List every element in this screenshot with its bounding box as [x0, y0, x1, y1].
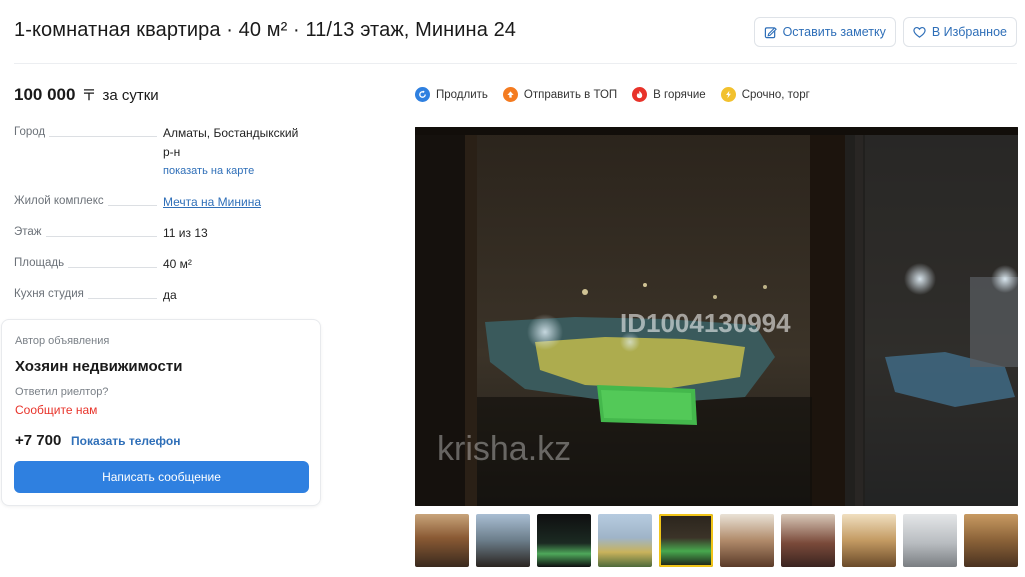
leader-line — [88, 298, 157, 299]
param-area: Площадь 40 м² — [14, 255, 304, 286]
thumbnail[interactable] — [659, 514, 713, 567]
thumbnail[interactable] — [781, 514, 835, 567]
promo-urgent-label: Срочно, торг — [741, 88, 810, 101]
listing-params: Город Алматы, Бостандыкский р-н показать… — [14, 124, 304, 317]
show-on-map-link[interactable]: показать на карте — [163, 162, 298, 181]
report-link[interactable]: Сообщите нам — [15, 403, 97, 417]
thumbnail[interactable] — [842, 514, 896, 567]
promo-extend-label: Продлить — [436, 88, 488, 101]
param-kitchen-label: Кухня студия — [14, 286, 163, 317]
author-name: Хозяин недвижимости — [15, 358, 183, 375]
promo-top[interactable]: Отправить в ТОП — [502, 87, 618, 102]
edit-note-icon — [764, 26, 777, 38]
leader-line — [49, 136, 157, 137]
thumbnail[interactable] — [598, 514, 652, 567]
author-card: Автор объявления Хозяин недвижимости Отв… — [1, 319, 321, 506]
promo-top-label: Отправить в ТОП — [523, 88, 618, 101]
arrow-up-icon — [502, 87, 518, 102]
param-complex: Жилой комплекс Мечта на Минина — [14, 193, 304, 224]
add-note-button[interactable]: Оставить заметку — [753, 17, 896, 47]
param-complex-label: Жилой комплекс — [14, 193, 163, 224]
city-value-line2: р-н — [163, 145, 181, 159]
author-caption: Автор объявления — [15, 335, 110, 347]
header-divider — [14, 63, 1017, 64]
param-kitchen-value: да — [163, 288, 177, 302]
favorite-label: В Избранное — [931, 25, 1007, 39]
thumbnail[interactable] — [720, 514, 774, 567]
promo-bar: Продлить Отправить в ТОП В горячие Срочн… — [415, 87, 810, 102]
photo-watermark-id: ID1004130994 — [620, 308, 791, 338]
param-city-label: Город — [14, 124, 163, 193]
leader-line — [68, 267, 157, 268]
leader-line — [46, 236, 157, 237]
price-amount: 100 000 — [14, 85, 76, 104]
price: 100 000 〒 за сутки — [14, 84, 159, 105]
promo-hot-label: В горячие — [653, 88, 706, 101]
show-phone-link[interactable]: Показать телефон — [71, 434, 180, 448]
param-city: Город Алматы, Бостандыкский р-н показать… — [14, 124, 304, 193]
heart-icon — [913, 26, 926, 38]
thumbnail[interactable] — [964, 514, 1018, 567]
thumbnail[interactable] — [415, 514, 469, 567]
param-floor-value: 11 из 13 — [163, 226, 208, 240]
thumbnail[interactable] — [903, 514, 957, 567]
price-period: за сутки — [102, 87, 159, 104]
param-floor: Этаж 11 из 13 — [14, 224, 304, 255]
leader-line — [108, 205, 157, 206]
param-area-value: 40 м² — [163, 257, 192, 271]
lightning-icon — [720, 87, 736, 102]
param-floor-label: Этаж — [14, 224, 163, 255]
currency-sign: 〒 — [81, 87, 97, 104]
top-actions: Оставить заметку В Избранное — [753, 17, 1017, 47]
param-kitchen: Кухня студия да — [14, 286, 304, 317]
residential-complex-link[interactable]: Мечта на Минина — [163, 193, 261, 224]
city-value-line1: Алматы, Бостандыкский — [163, 126, 299, 140]
listing-title: 1-комнатная квартира · 40 м² · 11/13 эта… — [14, 19, 517, 41]
photo-thumbnails — [415, 514, 1018, 567]
favorite-button[interactable]: В Избранное — [902, 17, 1017, 47]
phone-number: +7 700 — [15, 432, 62, 449]
promo-hot[interactable]: В горячие — [632, 87, 706, 102]
refresh-icon — [415, 87, 430, 102]
promo-urgent[interactable]: Срочно, торг — [720, 87, 810, 102]
realtor-question: Ответил риелтор? — [15, 386, 109, 398]
thumbnail[interactable] — [537, 514, 591, 567]
fire-icon — [632, 87, 648, 102]
photo-watermark-site: krisha.kz — [437, 430, 571, 468]
main-photo[interactable]: ID1004130994 krisha.kz — [415, 127, 1018, 506]
param-area-label: Площадь — [14, 255, 163, 286]
thumbnail[interactable] — [476, 514, 530, 567]
promo-extend[interactable]: Продлить — [415, 87, 488, 102]
add-note-label: Оставить заметку — [782, 25, 886, 39]
send-message-button[interactable]: Написать сообщение — [14, 461, 309, 493]
param-city-value: Алматы, Бостандыкский р-н показать на ка… — [163, 124, 298, 193]
